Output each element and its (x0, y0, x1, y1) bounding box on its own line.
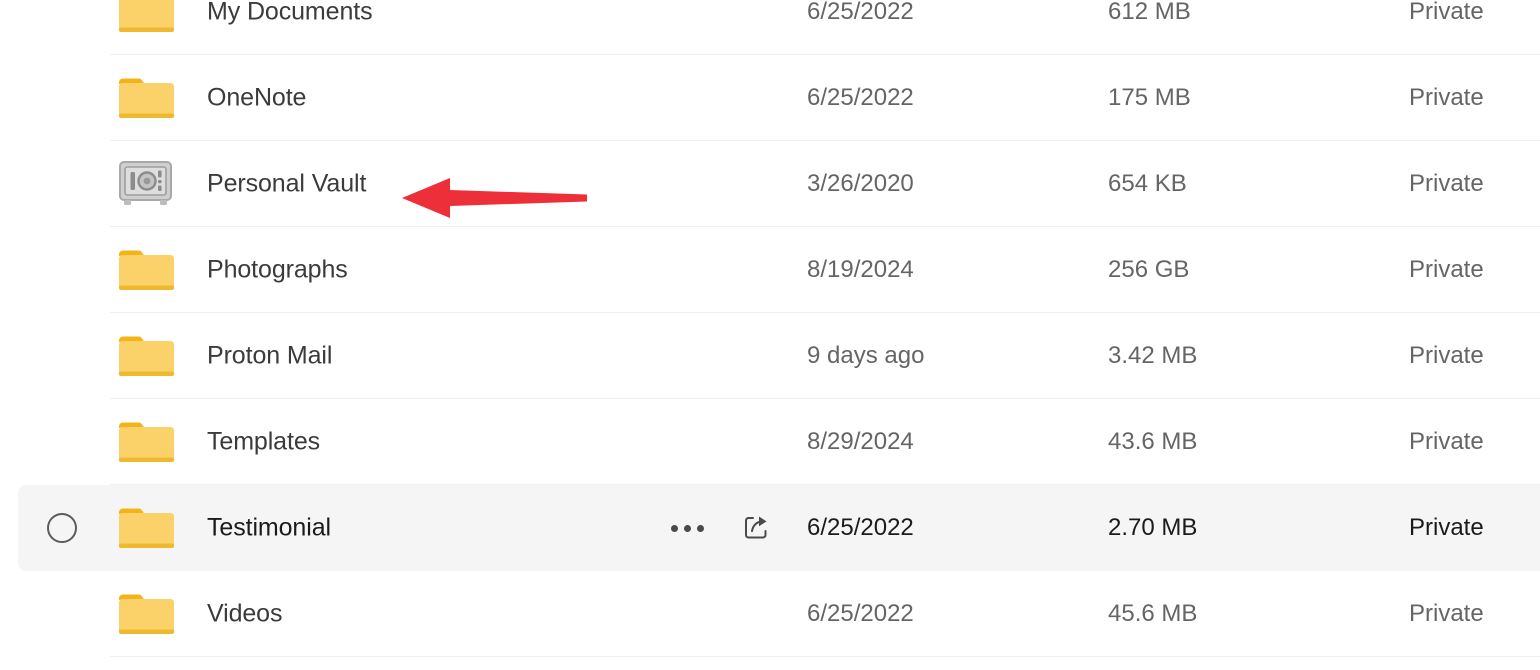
file-row[interactable]: Personal Vault 3/26/2020 654 KB Private (0, 141, 1540, 227)
file-sharing-status: Private (1409, 342, 1484, 369)
file-modified-date: 9 days ago (807, 342, 925, 369)
file-sharing-status: Private (1409, 84, 1484, 111)
file-modified-date: 6/25/2022 (807, 0, 914, 25)
file-name[interactable]: Personal Vault (207, 170, 366, 199)
file-sharing-status: Private (1409, 0, 1484, 25)
file-modified-date: 8/29/2024 (807, 428, 914, 455)
share-icon[interactable] (740, 511, 774, 545)
file-sharing-status: Private (1409, 170, 1484, 197)
file-row[interactable]: Testimonial 6/25/2022 2.70 MB Private (0, 485, 1540, 571)
file-size: 612 MB (1108, 0, 1191, 25)
folder-icon (118, 74, 178, 122)
file-size: 175 MB (1108, 84, 1191, 111)
vault-icon (118, 160, 178, 208)
file-size: 45.6 MB (1108, 600, 1198, 627)
file-name[interactable]: My Documents (207, 0, 373, 27)
file-name[interactable]: Proton Mail (207, 342, 332, 371)
file-row[interactable]: Photographs 8/19/2024 256 GB Private (0, 227, 1540, 313)
selection-circle-icon[interactable] (47, 513, 77, 543)
folder-icon (118, 504, 178, 552)
file-row[interactable]: OneNote 6/25/2022 175 MB Private (0, 55, 1540, 141)
file-modified-date: 3/26/2020 (807, 170, 914, 197)
file-sharing-status: Private (1409, 514, 1484, 541)
folder-icon (118, 418, 178, 466)
row-actions (665, 511, 774, 545)
folder-icon (118, 246, 178, 294)
row-divider (110, 655, 1540, 657)
file-size: 43.6 MB (1108, 428, 1198, 455)
file-size: 256 GB (1108, 256, 1190, 283)
file-row[interactable]: Proton Mail 9 days ago 3.42 MB Private (0, 313, 1540, 399)
file-row[interactable]: My Documents 6/25/2022 612 MB Private (0, 0, 1540, 55)
file-name[interactable]: OneNote (207, 84, 306, 113)
file-size: 2.70 MB (1108, 514, 1198, 541)
file-size: 3.42 MB (1108, 342, 1198, 369)
file-sharing-status: Private (1409, 600, 1484, 627)
file-name[interactable]: Testimonial (207, 514, 331, 543)
folder-icon (118, 590, 178, 638)
ellipsis-icon[interactable] (665, 519, 710, 538)
file-sharing-status: Private (1409, 256, 1484, 283)
file-list: My Documents 6/25/2022 612 MB Private OneNot… (0, 0, 1540, 657)
file-row[interactable]: Videos 6/25/2022 45.6 MB Private (0, 571, 1540, 657)
folder-icon (118, 332, 178, 380)
file-modified-date: 6/25/2022 (807, 514, 914, 541)
file-name[interactable]: Videos (207, 600, 282, 629)
file-row[interactable]: Templates 8/29/2024 43.6 MB Private (0, 399, 1540, 485)
folder-icon (118, 0, 178, 36)
file-size: 654 KB (1108, 170, 1187, 197)
file-name[interactable]: Templates (207, 428, 320, 457)
file-modified-date: 8/19/2024 (807, 256, 914, 283)
file-name[interactable]: Photographs (207, 256, 348, 285)
file-modified-date: 6/25/2022 (807, 84, 914, 111)
file-modified-date: 6/25/2022 (807, 600, 914, 627)
file-sharing-status: Private (1409, 428, 1484, 455)
